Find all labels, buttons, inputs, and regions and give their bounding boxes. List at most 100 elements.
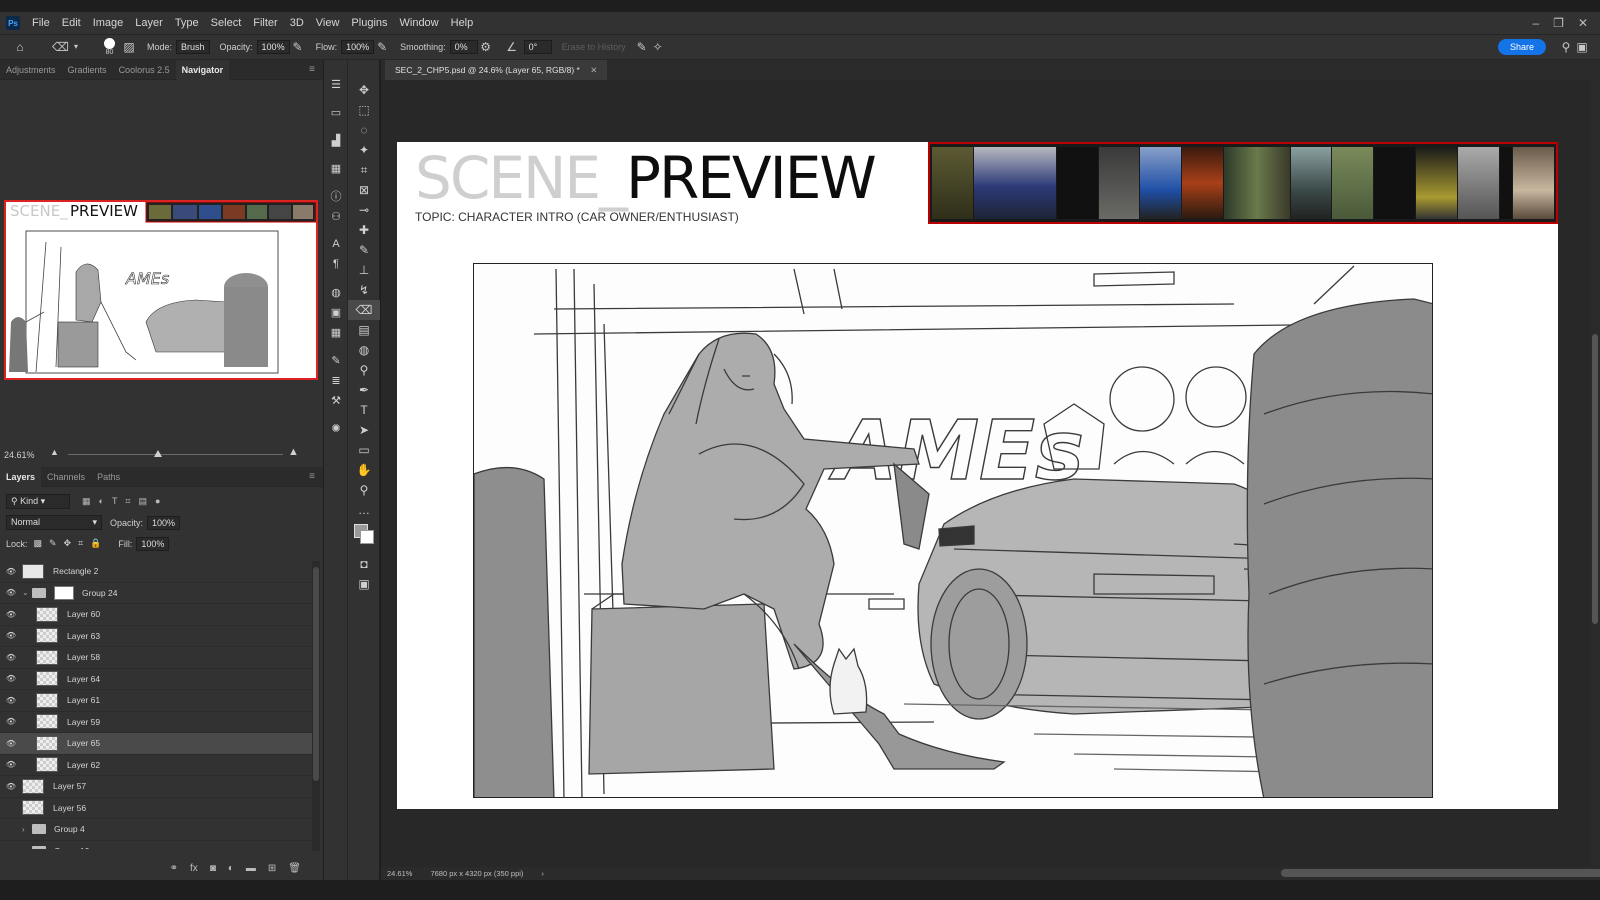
menu-select[interactable]: Select bbox=[205, 17, 248, 29]
document-tab[interactable]: SEC_2_CHP5.psd @ 24.6% (Layer 65, RGB/8)… bbox=[385, 60, 608, 80]
pressure-size-icon[interactable]: ✎ bbox=[634, 39, 650, 55]
menu-plugins[interactable]: Plugins bbox=[345, 17, 393, 29]
layer-name[interactable]: Layer 63 bbox=[67, 631, 100, 641]
layer-name[interactable]: Layer 64 bbox=[67, 674, 100, 684]
clone-source-icon[interactable]: ⚇ bbox=[324, 206, 348, 226]
layer-name[interactable]: Layer 65 bbox=[67, 738, 100, 748]
path-selection-tool-icon[interactable]: ➤ bbox=[348, 420, 380, 440]
restore-icon[interactable]: ❐ bbox=[1553, 16, 1564, 30]
layer-row[interactable]: 👁 Layer 59 bbox=[0, 712, 312, 733]
background-color-swatch[interactable] bbox=[360, 530, 374, 544]
layer-name[interactable]: Layer 57 bbox=[53, 781, 86, 791]
libraries-icon[interactable]: ▣ bbox=[324, 302, 348, 322]
minimize-icon[interactable]: – bbox=[1532, 16, 1539, 30]
more-tools-icon[interactable]: … bbox=[348, 500, 380, 520]
move-tool-icon[interactable]: ✥ bbox=[348, 80, 380, 100]
gradient-tool-icon[interactable]: ▤ bbox=[348, 320, 380, 340]
menu-type[interactable]: Type bbox=[169, 17, 205, 29]
visibility-eye-icon[interactable]: 👁 bbox=[0, 696, 22, 705]
eyedropper-tool-icon[interactable]: ⊸ bbox=[348, 200, 380, 220]
actions-icon[interactable]: ✺ bbox=[324, 418, 348, 438]
eraser-tool-icon[interactable]: ⌫ bbox=[348, 300, 380, 320]
erase-to-history-option[interactable]: Erase to History bbox=[562, 42, 626, 52]
vertical-scroll-thumb[interactable] bbox=[1592, 334, 1598, 624]
dodge-tool-icon[interactable]: ⚲ bbox=[348, 360, 380, 380]
brush-preview-icon[interactable] bbox=[104, 38, 115, 49]
layer-row[interactable]: 👁 Layer 62 bbox=[0, 755, 312, 776]
new-layer-icon[interactable]: ⊞ bbox=[268, 863, 276, 874]
menu-file[interactable]: File bbox=[26, 17, 56, 29]
quick-mask-icon[interactable]: ◘ bbox=[348, 554, 380, 574]
blur-tool-icon[interactable]: ◍ bbox=[348, 340, 380, 360]
layer-row[interactable]: 👁 Layer 60 bbox=[0, 604, 312, 626]
marquee-tool-icon[interactable]: ⬚ bbox=[348, 100, 380, 120]
lasso-tool-icon[interactable]: ◌ bbox=[348, 120, 380, 140]
blend-mode-select[interactable]: Normal ▾ bbox=[6, 515, 102, 530]
fx-icon[interactable]: fx bbox=[190, 863, 198, 874]
hand-tool-icon[interactable]: ✋ bbox=[348, 460, 380, 480]
layer-row[interactable]: 👁 Layer 61 bbox=[0, 690, 312, 712]
tab-gradients[interactable]: Gradients bbox=[62, 60, 113, 80]
chevron-down-icon[interactable]: ⌄ bbox=[22, 588, 32, 597]
chevron-right-icon[interactable]: › bbox=[22, 846, 32, 849]
layer-filter-select[interactable]: ⚲ Kind ▾ bbox=[6, 494, 70, 509]
slider-knob[interactable] bbox=[154, 450, 162, 457]
mode-select[interactable]: Brush bbox=[176, 40, 210, 54]
share-button[interactable]: Share bbox=[1497, 39, 1546, 55]
layer-row[interactable]: 👁 Rectangle 2 bbox=[0, 561, 312, 583]
group-mask-thumbnail[interactable] bbox=[54, 585, 74, 600]
layer-name[interactable]: Layer 62 bbox=[67, 760, 100, 770]
search-icon[interactable]: ⚲ bbox=[1558, 39, 1574, 55]
layer-name[interactable]: Group 24 bbox=[82, 588, 117, 598]
chevron-down-icon[interactable]: ▾ bbox=[68, 39, 84, 55]
status-arrow-icon[interactable]: › bbox=[541, 869, 544, 878]
visibility-eye-icon[interactable]: 👁 bbox=[0, 739, 22, 748]
layer-name[interactable]: Layer 59 bbox=[67, 717, 100, 727]
histogram-icon[interactable]: ▟ bbox=[324, 130, 348, 150]
close-icon[interactable]: ✕ bbox=[1578, 16, 1588, 30]
healing-brush-tool-icon[interactable]: ✚ bbox=[348, 220, 380, 240]
frame-tool-icon[interactable]: ⊠ bbox=[348, 180, 380, 200]
layer-name[interactable]: Layer 58 bbox=[67, 652, 100, 662]
paragraph-icon[interactable]: ¶ bbox=[324, 254, 348, 274]
symmetry-icon[interactable]: ✧ bbox=[650, 39, 666, 55]
brush-settings-icon[interactable]: ▨ bbox=[121, 39, 137, 55]
crop-tool-icon[interactable]: ⌗ bbox=[348, 160, 380, 180]
zoom-tool-icon[interactable]: ⚲ bbox=[348, 480, 380, 500]
visibility-eye-icon[interactable]: 👁 bbox=[0, 610, 22, 619]
add-mask-icon[interactable]: ◙ bbox=[210, 863, 216, 874]
swatches-grid-icon[interactable]: ▦ bbox=[324, 158, 348, 178]
layer-opacity-field[interactable]: 100% bbox=[147, 515, 181, 530]
layers-panel-menu-icon[interactable]: ≡ bbox=[309, 471, 323, 482]
menu-view[interactable]: View bbox=[310, 17, 346, 29]
delete-layer-icon[interactable]: 🗑 bbox=[288, 863, 301, 874]
eraser-tool-icon[interactable]: ⌫ bbox=[52, 39, 69, 55]
menu-help[interactable]: Help bbox=[445, 17, 480, 29]
layer-row[interactable]: 👁 Layer 64 bbox=[0, 669, 312, 690]
visibility-eye-icon[interactable]: 👁 bbox=[0, 782, 22, 791]
visibility-eye-icon[interactable]: 👁 bbox=[0, 588, 22, 597]
artboard[interactable]: SCENE_PREVIEW TOPIC: CHARACTER INTRO (CA… bbox=[397, 142, 1558, 809]
zoom-in-icon[interactable]: ▲ bbox=[288, 446, 299, 458]
chevron-right-icon[interactable]: › bbox=[22, 825, 32, 834]
layer-row[interactable]: › Group 4 bbox=[0, 819, 312, 841]
new-group-icon[interactable]: ▬ bbox=[246, 863, 256, 874]
clone-stamp-tool-icon[interactable]: ⊥ bbox=[348, 260, 380, 280]
layer-row[interactable]: 👁 Layer 57 bbox=[0, 776, 312, 798]
rectangle-tool-icon[interactable]: ▭ bbox=[348, 440, 380, 460]
airbrush-icon[interactable]: ✎ bbox=[374, 39, 390, 55]
navigator-thumbnail[interactable]: SCENE_ PREVIEW AMEs bbox=[4, 200, 318, 380]
canvas-horizontal-scroll-thumb[interactable] bbox=[1281, 869, 1600, 877]
screen-mode-icon[interactable]: ▣ bbox=[348, 574, 380, 594]
tab-coolorus[interactable]: Coolorus 2.5 bbox=[113, 60, 176, 80]
flow-field[interactable]: 100% bbox=[341, 40, 375, 54]
layer-name[interactable]: Rectangle 2 bbox=[53, 566, 98, 576]
navigator-zoom-slider[interactable] bbox=[68, 450, 283, 457]
angle-field[interactable]: 0° bbox=[523, 40, 552, 54]
pen-tool-icon[interactable]: ✒ bbox=[348, 380, 380, 400]
filter-type-icons[interactable]: ▦◐T⌗▤● bbox=[82, 496, 168, 507]
storyboard-sketch[interactable]: AMEs bbox=[473, 263, 1433, 798]
menu-3d[interactable]: 3D bbox=[284, 17, 310, 29]
layer-row[interactable]: 👁 Layer 63 bbox=[0, 626, 312, 647]
gear-icon[interactable]: ⚙ bbox=[478, 39, 494, 55]
